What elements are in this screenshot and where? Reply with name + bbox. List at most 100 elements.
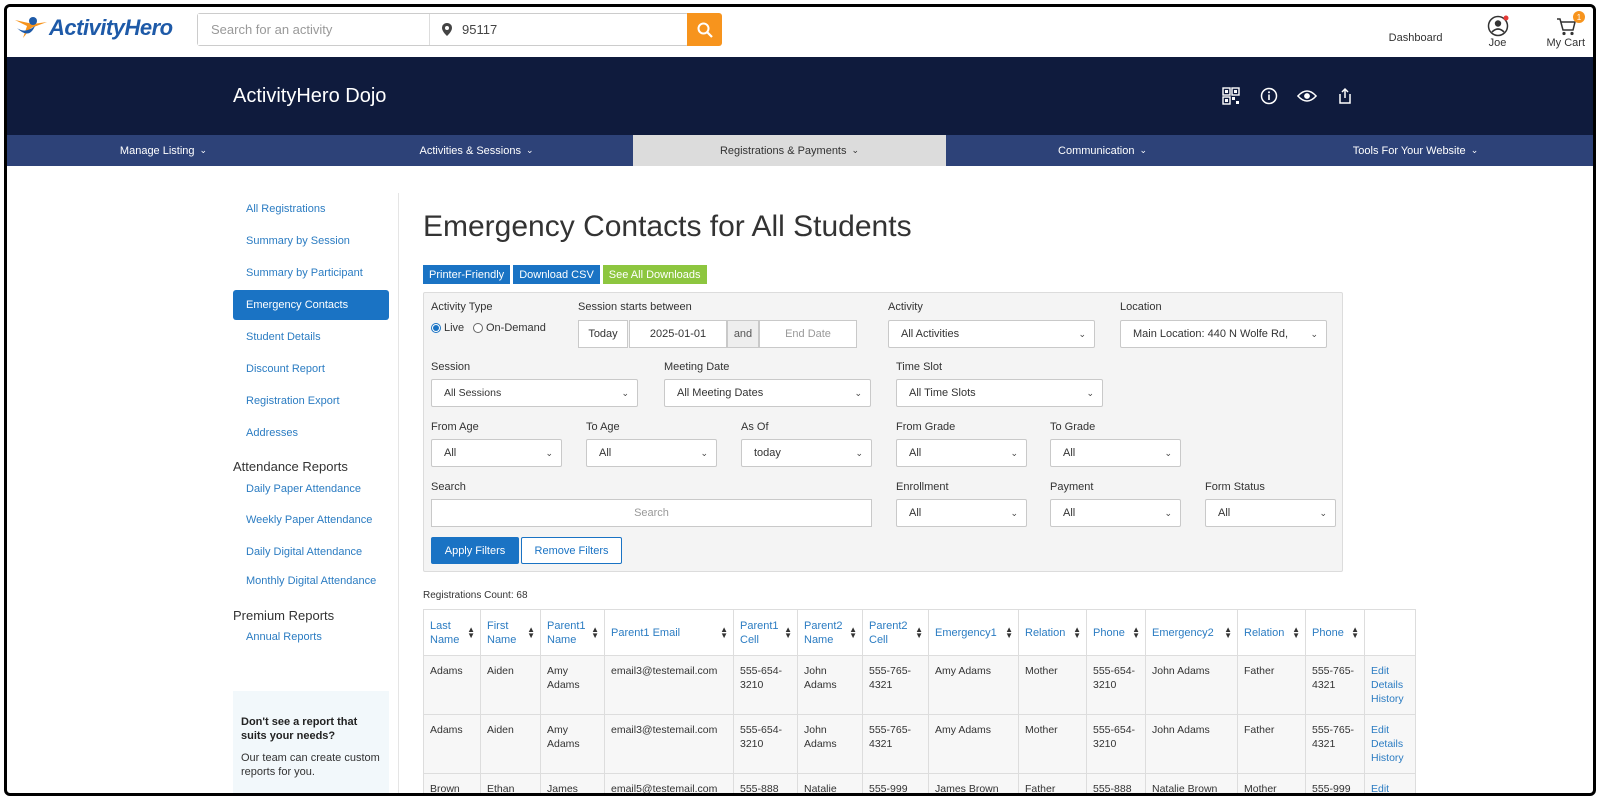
column-header[interactable]: Parent1 Cell ▲ ▼ (733, 609, 798, 656)
chevron-down-icon: ⌄ (854, 388, 862, 398)
location-input[interactable] (452, 14, 652, 45)
column-header[interactable]: Phone ▲ ▼ (1305, 609, 1365, 656)
as-of-select[interactable]: today ⌄ (741, 439, 872, 467)
qr-code-icon[interactable] (1221, 86, 1241, 106)
column-header[interactable]: Last Name ▲ ▼ (423, 609, 481, 656)
row-link-history[interactable]: History (1371, 751, 1409, 765)
chevron-down-icon: ⌄ (855, 448, 863, 458)
sidebar-item-daily-paper[interactable]: Daily Paper Attendance (233, 478, 389, 504)
page-title: Emergency Contacts for All Students (423, 210, 912, 243)
table-cell: Natalie Brown (1145, 773, 1238, 793)
sidebar-item-annual-reports[interactable]: Annual Reports (233, 627, 389, 649)
search-button[interactable] (687, 13, 722, 46)
sidebar-item-discount-report[interactable]: Discount Report (233, 353, 389, 385)
column-header-label: Parent1 Name (547, 619, 586, 646)
column-header[interactable]: Relation ▲ ▼ (1237, 609, 1306, 656)
sort-icon: ▲ ▼ (467, 625, 475, 640)
sidebar-item-emergency-contacts[interactable]: Emergency Contacts (233, 290, 389, 320)
sidebar-item-student-details[interactable]: Student Details (233, 321, 389, 353)
form-status-select[interactable]: All ⌄ (1205, 499, 1336, 527)
session-select[interactable]: All Sessions ⌄ (431, 379, 638, 407)
activity-search-input[interactable] (198, 14, 430, 45)
to-grade-select[interactable]: All ⌄ (1050, 439, 1181, 467)
see-all-downloads-button[interactable]: See All Downloads (602, 265, 707, 284)
column-header[interactable]: Relation ▲ ▼ (1018, 609, 1087, 656)
column-header[interactable]: Parent1 Email ▲ ▼ (604, 609, 734, 656)
row-link-edit[interactable]: Edit (1371, 664, 1409, 678)
nav-registrations-payments[interactable]: Registrations & Payments ⌄ (633, 135, 946, 166)
to-grade-value: All (1063, 447, 1076, 459)
info-icon[interactable] (1259, 86, 1279, 106)
sidebar-item-weekly-paper[interactable]: Weekly Paper Attendance (233, 504, 389, 536)
time-slot-select[interactable]: All Time Slots ⌄ (896, 379, 1103, 407)
end-date-input[interactable]: End Date (759, 320, 857, 348)
row-link-details[interactable]: Details (1371, 678, 1409, 692)
as-of-value: today (754, 447, 781, 459)
cart-button[interactable]: 1 My Cart (1547, 11, 1585, 49)
nav-manage-listing[interactable]: Manage Listing ⌄ (7, 135, 320, 166)
sidebar-item-summary-participant[interactable]: Summary by Participant (233, 257, 389, 289)
row-actions: EditDetailsHistory (1364, 655, 1416, 715)
row-link-edit[interactable]: Edit (1371, 782, 1409, 793)
search-bar (197, 13, 689, 46)
remove-filters-button[interactable]: Remove Filters (521, 537, 622, 564)
table-cell: Father (1237, 714, 1306, 774)
sidebar-item-monthly-digital[interactable]: Monthly Digital Attendance (233, 568, 389, 594)
location-select[interactable]: Main Location: 440 N Wolfe Rd, ⌄ (1120, 320, 1327, 348)
meeting-date-select[interactable]: All Meeting Dates ⌄ (664, 379, 871, 407)
column-header[interactable]: First Name ▲ ▼ (480, 609, 541, 656)
filter-search-input[interactable]: Search (431, 499, 872, 527)
column-header[interactable]: Emergency2 ▲ ▼ (1145, 609, 1238, 656)
dashboard-link[interactable]: Dashboard (1389, 32, 1443, 44)
column-header[interactable]: Parent2 Name ▲ ▼ (797, 609, 863, 656)
row-link-history[interactable]: History (1371, 692, 1409, 706)
to-age-select[interactable]: All ⌄ (586, 439, 717, 467)
download-csv-button[interactable]: Download CSV (513, 265, 600, 284)
from-grade-select[interactable]: All ⌄ (896, 439, 1027, 467)
nav-label: Communication (1058, 144, 1135, 157)
nav-communication[interactable]: Communication ⌄ (946, 135, 1259, 166)
column-header[interactable]: Phone ▲ ▼ (1086, 609, 1146, 656)
table-header-row: Last Name ▲ ▼ First Name ▲ ▼ Parent1 Name ▲ ▼ Par… (423, 609, 1416, 656)
payment-select[interactable]: All ⌄ (1050, 499, 1181, 527)
chevron-down-icon: ⌄ (1010, 508, 1018, 518)
start-date-input[interactable]: 2025-01-01 (629, 320, 727, 348)
nav-activities-sessions[interactable]: Activities & Sessions ⌄ (320, 135, 633, 166)
sort-icon: ▲ ▼ (1132, 625, 1140, 640)
user-menu[interactable]: Joe (1487, 15, 1509, 49)
logo[interactable]: ActivityHero (13, 13, 173, 43)
table-cell: 555-765-4321 (1305, 714, 1365, 774)
row-link-details[interactable]: Details (1371, 737, 1409, 751)
sidebar-item-summary-session[interactable]: Summary by Session (233, 225, 389, 257)
table-body: Adams Aiden Amy Adams email3@testemail.com 5… (423, 655, 1416, 793)
printer-friendly-button[interactable]: Printer-Friendly (423, 265, 511, 284)
from-age-select[interactable]: All ⌄ (431, 439, 562, 467)
chevron-down-icon: ⌄ (545, 448, 553, 458)
table-cell: Amy Adams (540, 714, 605, 774)
sidebar-item-daily-digital[interactable]: Daily Digital Attendance (233, 536, 389, 568)
column-header[interactable]: Parent2 Cell ▲ ▼ (862, 609, 929, 656)
location-field[interactable] (430, 14, 688, 45)
time-slot-label: Time Slot (896, 361, 943, 373)
header-actions (1221, 86, 1355, 106)
table-row: Adams Aiden Amy Adams email3@testemail.com 5… (423, 655, 1416, 715)
row-link-edit[interactable]: Edit (1371, 723, 1409, 737)
search-label: Search (431, 481, 466, 493)
sidebar-item-addresses[interactable]: Addresses (233, 417, 389, 449)
emergency-contacts-table: Last Name ▲ ▼ First Name ▲ ▼ Parent1 Name ▲ ▼ Par… (423, 609, 1416, 793)
sidebar-item-all-registrations[interactable]: All Registrations (233, 193, 389, 225)
sidebar-item-registration-export[interactable]: Registration Export (233, 385, 389, 417)
apply-filters-button[interactable]: Apply Filters (431, 537, 519, 564)
nav-tools-website[interactable]: Tools For Your Website ⌄ (1259, 135, 1572, 166)
column-header[interactable]: Parent1 Name ▲ ▼ (540, 609, 605, 656)
radio-checked-icon (431, 323, 441, 333)
radio-live[interactable]: Live (431, 322, 464, 334)
preview-eye-icon[interactable] (1297, 86, 1317, 106)
share-icon[interactable] (1335, 86, 1355, 106)
today-button[interactable]: Today (578, 320, 628, 348)
activity-select[interactable]: All Activities ⌄ (888, 320, 1095, 348)
column-header[interactable]: Emergency1 ▲ ▼ (928, 609, 1019, 656)
chevron-down-icon: ⌄ (1319, 508, 1327, 518)
radio-on-demand[interactable]: On-Demand (473, 322, 546, 334)
enrollment-select[interactable]: All ⌄ (896, 499, 1027, 527)
